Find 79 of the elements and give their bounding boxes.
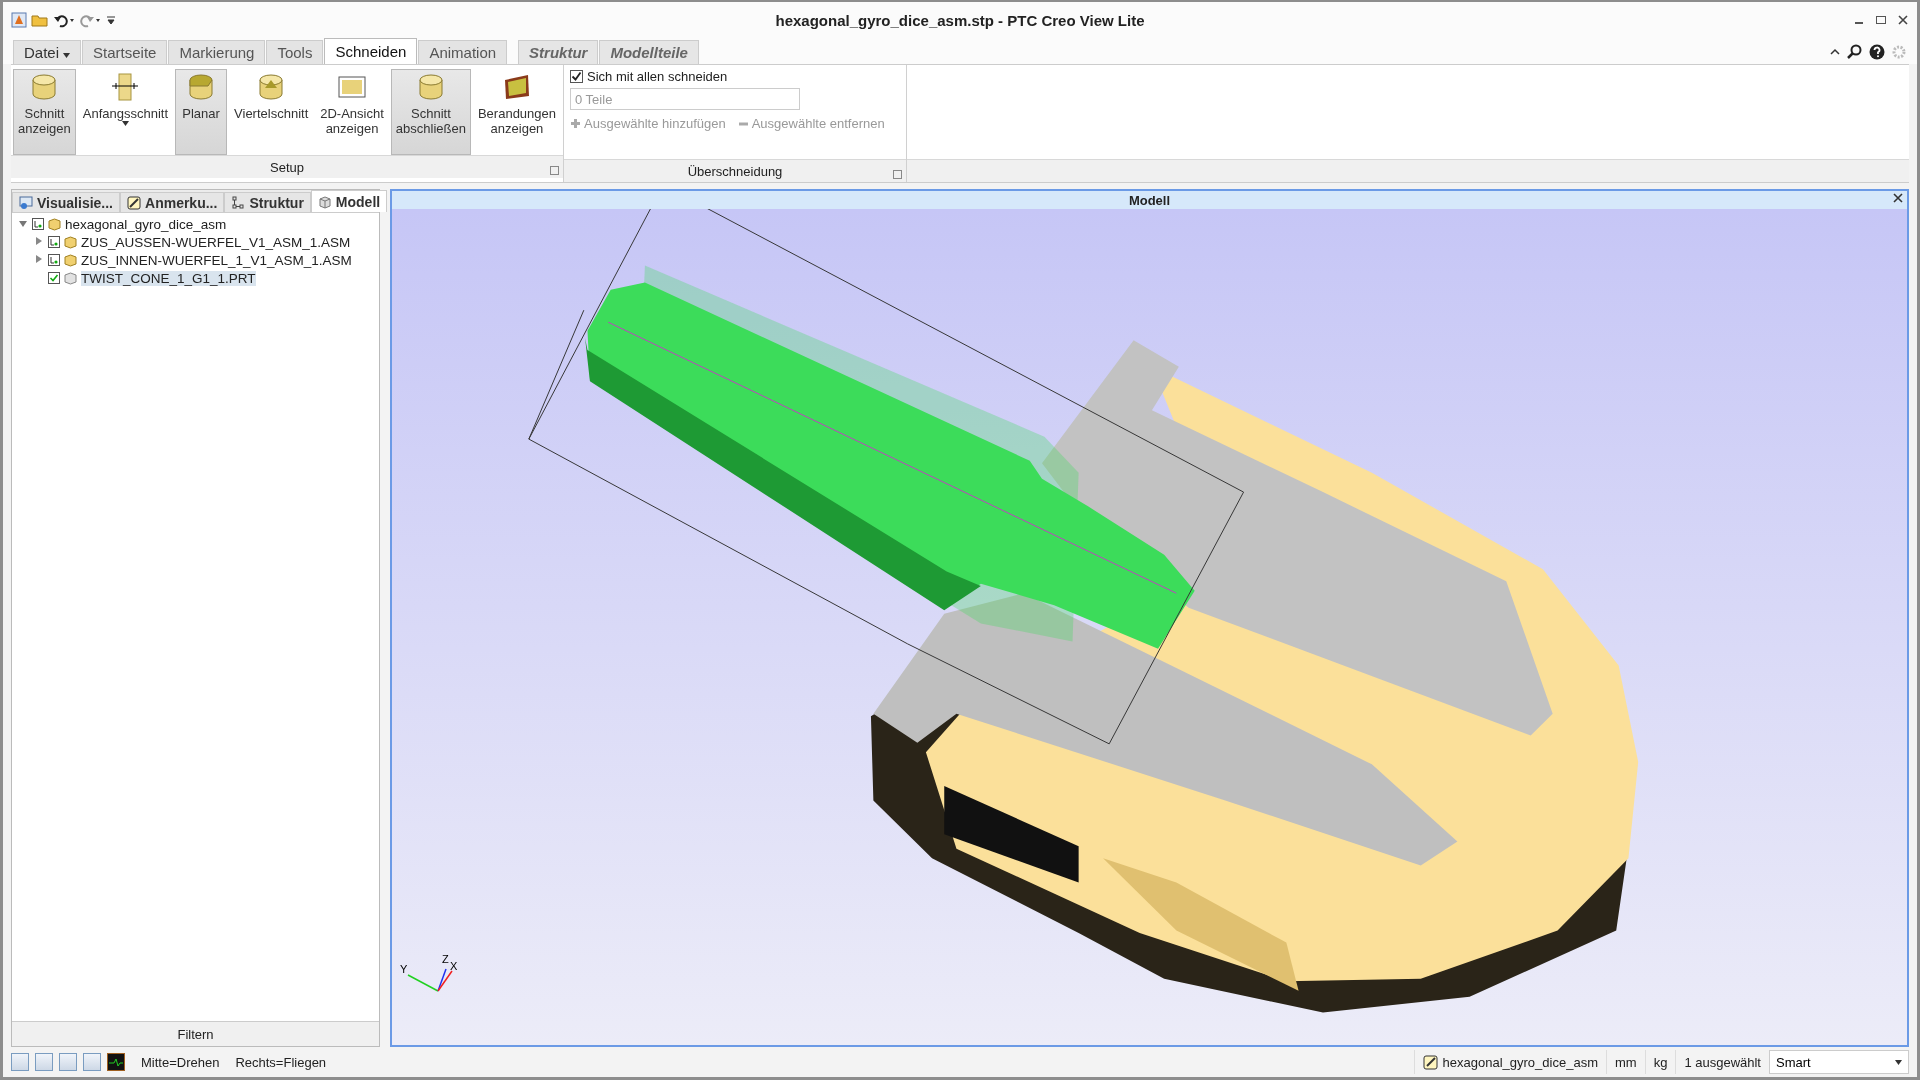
group-label: Setup: [270, 159, 304, 175]
checkbox-label: Sich mit allen schneiden: [587, 69, 728, 84]
layout-button[interactable]: [59, 1053, 77, 1071]
close-icon[interactable]: [1893, 193, 1903, 203]
window-title: hexagonal_gyro_dice_asm.stp - PTC Creo View Lite: [775, 11, 1145, 29]
mouse-hint: Mitte=Drehen: [141, 1054, 220, 1070]
ribbon-tab[interactable]: Animation: [418, 40, 508, 64]
app-logo-icon[interactable]: [11, 12, 27, 28]
folder-icon[interactable]: [31, 12, 49, 28]
ribbon-button[interactable]: Viertelschnitt: [229, 69, 314, 155]
expander-icon[interactable]: [36, 255, 42, 263]
ribbon-button[interactable]: 2D-Ansicht anzeigen: [315, 69, 389, 155]
caret-icon[interactable]: [1895, 1059, 1902, 1065]
close-icon[interactable]: [1897, 14, 1909, 26]
expander-icon[interactable]: [19, 221, 27, 227]
ribbon-tab[interactable]: Struktur: [518, 40, 599, 64]
panel-tab[interactable]: Anmerku...: [120, 192, 225, 212]
axis-label: Y: [400, 963, 408, 975]
ribbon-tab[interactable]: Markierung: [168, 40, 266, 64]
panel-tab[interactable]: Modell: [310, 190, 388, 212]
assembly-icon: [64, 235, 77, 249]
display-icon: [19, 195, 33, 210]
minus-icon: [737, 121, 749, 126]
partial-visibility-checkbox[interactable]: [32, 218, 44, 230]
ribbon-button[interactable]: Anfangsschnitt: [77, 69, 174, 155]
panel-tab[interactable]: Struktur: [224, 192, 311, 212]
unit-label: kg: [1653, 1054, 1668, 1070]
maximize-icon[interactable]: [1875, 14, 1887, 26]
help-icon[interactable]: [1869, 44, 1885, 60]
caret-icon[interactable]: [121, 121, 129, 126]
axis-label: X: [450, 960, 458, 972]
tree-item[interactable]: ZUS_INNEN-WUERFEL_1_V1_ASM_1.ASM: [81, 252, 352, 268]
part-icon: [64, 271, 77, 285]
tree-item[interactable]: hexagonal_gyro_dice_asm: [65, 216, 227, 232]
plus-icon: [570, 118, 581, 129]
selection-mode-dropdown[interactable]: Smart: [1769, 1050, 1909, 1074]
tree-item[interactable]: ZUS_AUSSEN-WUERFEL_V1_ASM_1.ASM: [81, 234, 351, 250]
tree-item[interactable]: TWIST_CONE_1_G1_1.PRT: [81, 270, 256, 286]
selection-count: 1 ausgewählt: [1684, 1054, 1761, 1070]
expander-icon[interactable]: [36, 237, 42, 245]
search-icon[interactable]: [1847, 44, 1863, 60]
viewport-title: Modell: [1128, 192, 1171, 208]
mouse-hint: Rechts=Fliegen: [235, 1054, 327, 1070]
dialog-launcher-icon[interactable]: [893, 170, 902, 179]
filter-label[interactable]: Filtern: [177, 1026, 214, 1042]
ribbon-tab[interactable]: Datei: [13, 40, 82, 64]
ribbon-button[interactable]: Schnitt abschließen: [390, 69, 471, 155]
axis-label: Z: [442, 953, 449, 965]
dialog-launcher-icon[interactable]: [550, 166, 559, 175]
ribbon-tab[interactable]: Modellteile: [599, 40, 699, 64]
assembly-icon: [48, 217, 61, 231]
model-name: hexagonal_gyro_dice_asm: [1442, 1054, 1598, 1070]
caret-icon[interactable]: [63, 53, 71, 58]
axis-triad-drawing: [407, 968, 453, 992]
group-label: Überschneidung: [687, 163, 783, 179]
partial-visibility-checkbox[interactable]: [48, 236, 60, 248]
pencil-icon: [1422, 1054, 1439, 1070]
layout-button[interactable]: [35, 1053, 53, 1071]
layout-button[interactable]: [11, 1053, 29, 1071]
ribbon-button[interactable]: Schnitt anzeigen: [13, 69, 76, 155]
section-plane-icon: [110, 72, 141, 102]
panel-tab[interactable]: Visualisie...: [12, 192, 120, 212]
ribbon-tab[interactable]: Startseite: [82, 40, 168, 64]
partial-visibility-checkbox[interactable]: [48, 254, 60, 266]
checkbox[interactable]: [570, 70, 583, 83]
ribbon-tab[interactable]: Tools: [266, 40, 324, 64]
unit-label: mm: [1614, 1054, 1637, 1070]
layout-button[interactable]: [83, 1053, 101, 1071]
assembly-icon: [64, 253, 77, 267]
cube-icon: [317, 194, 332, 209]
ribbon-button[interactable]: Planar: [175, 69, 228, 155]
monitor-icon[interactable]: [107, 1053, 125, 1071]
ribbon-tab[interactable]: Schneiden: [324, 38, 418, 64]
visibility-checkbox[interactable]: [48, 272, 60, 284]
pencil-icon: [127, 195, 141, 210]
undo-icon[interactable]: [53, 12, 75, 28]
ribbon-button[interactable]: Berandungen anzeigen: [472, 69, 561, 155]
parts-field[interactable]: 0 Teile: [570, 88, 800, 110]
structure-icon: [231, 195, 246, 210]
